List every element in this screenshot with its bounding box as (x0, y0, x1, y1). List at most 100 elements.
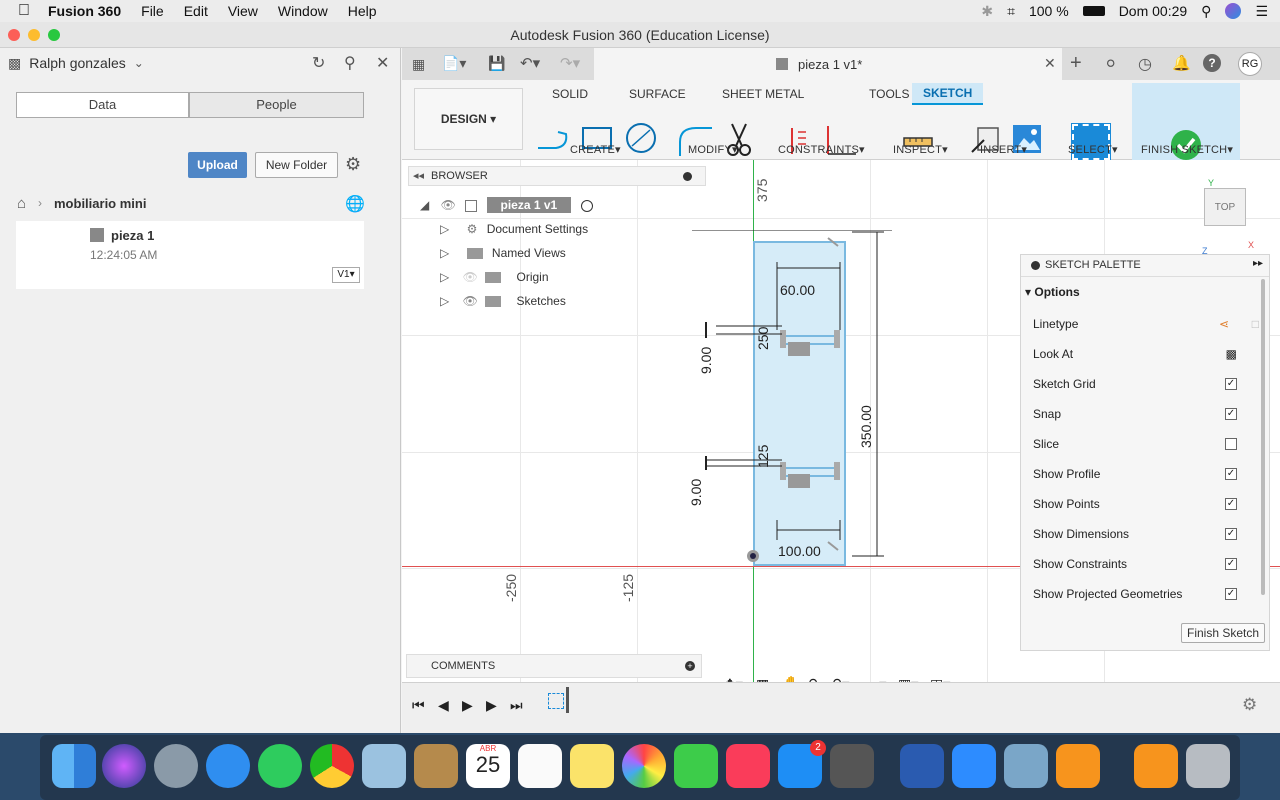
dimension-60[interactable]: 60.00 (780, 282, 815, 298)
browser-item-origin[interactable]: ▷ 👁 Origin (440, 267, 640, 287)
safari-icon[interactable] (206, 744, 250, 788)
tab-sheet-metal[interactable]: SHEET METAL (722, 87, 804, 101)
close-tab-icon[interactable]: ✕ (1044, 55, 1056, 72)
job-status-icon[interactable]: ◷ (1138, 54, 1152, 74)
minimize-window-button[interactable] (28, 29, 40, 41)
palette-option-show-dimensions[interactable]: Show Dimensions ✓ (1033, 519, 1253, 549)
wifi-icon[interactable]: ⌗ (1007, 3, 1015, 20)
whatsapp-icon[interactable] (258, 744, 302, 788)
palette-option-slice[interactable]: Slice (1033, 429, 1253, 459)
sketch-palette-header[interactable]: SKETCH PALETTE ▸▸ (1021, 255, 1269, 277)
browser-panel-header[interactable]: ◂◂ BROWSER (408, 166, 706, 186)
dimension-100[interactable]: 100.00 (778, 543, 821, 559)
zoom-app-icon[interactable] (952, 744, 996, 788)
reminders-icon[interactable] (518, 744, 562, 788)
settings-gear-icon[interactable]: ⚙ (345, 154, 361, 175)
circle-tool-icon[interactable] (624, 122, 658, 154)
palette-option-linetype[interactable]: Linetype ⋖ □ (1033, 309, 1259, 339)
dimension-9-top[interactable]: 9.00 (698, 347, 714, 374)
timeline-back-icon[interactable]: ◀ (438, 697, 449, 714)
document-tab[interactable]: pieza 1 v1* ✕ (594, 48, 1062, 80)
expand-palette-icon[interactable]: ▸▸ (1253, 258, 1263, 269)
palette-minimize-icon[interactable] (1031, 261, 1040, 270)
tab-tools[interactable]: TOOLS (869, 87, 909, 101)
fusion360-icon[interactable] (1056, 744, 1100, 788)
browser-root-row[interactable]: ◢ 👁 pieza 1 v1 (420, 195, 600, 215)
close-window-button[interactable] (8, 29, 20, 41)
file-card[interactable]: pieza 1 12:24:05 AM V1▾ (16, 221, 364, 289)
show-dimensions-checkbox[interactable]: ✓ (1225, 528, 1237, 540)
app-store-icon[interactable]: 2 (778, 740, 826, 788)
linetype-alt-icon[interactable]: □ (1252, 309, 1259, 339)
expand-triangle-icon[interactable]: ▷ (440, 270, 449, 284)
notifications-icon[interactable]: 🔔 (1172, 54, 1191, 72)
menu-help[interactable]: Help (348, 3, 377, 19)
home-icon[interactable]: ⌂ (17, 195, 26, 212)
tab-people[interactable]: People (189, 92, 364, 118)
dimension-125[interactable]: 125 (755, 445, 771, 468)
timeline-sketch-feature-icon[interactable] (548, 693, 564, 709)
word-icon[interactable] (900, 744, 944, 788)
design-workspace-dropdown[interactable]: DESIGN ▾ (414, 88, 523, 150)
timeline-end-icon[interactable]: ⏭ (510, 697, 523, 714)
calendar-icon[interactable]: ABR 25 (466, 744, 510, 788)
show-constraints-checkbox[interactable]: ✓ (1225, 558, 1237, 570)
activate-radio-icon[interactable] (580, 199, 593, 212)
collapse-triangle-icon[interactable]: ◢ (420, 198, 429, 212)
search-icon[interactable]: ⚲ (344, 53, 356, 73)
visibility-eye-icon[interactable]: 👁 (463, 294, 478, 308)
contacts-icon[interactable] (414, 744, 458, 788)
show-profile-checkbox[interactable]: ✓ (1225, 468, 1237, 480)
chrome-icon[interactable] (310, 744, 354, 788)
user-name[interactable]: Ralph gonzales (29, 55, 126, 71)
tab-sketch[interactable]: SKETCH (912, 83, 984, 105)
3d-canvas[interactable]: 375 -250 -125 60.00 250 9.00 125 9.00 35… (402, 160, 1280, 682)
launchpad-icon[interactable] (154, 744, 198, 788)
look-at-icon[interactable]: ▩ (1226, 339, 1237, 369)
new-folder-button[interactable]: New Folder (255, 152, 338, 178)
dimension-350[interactable]: 350.00 (858, 405, 874, 448)
finish-sketch-button[interactable]: Finish Sketch (1181, 623, 1265, 643)
slice-checkbox[interactable] (1225, 438, 1237, 450)
sketch-grid-checkbox[interactable]: ✓ (1225, 378, 1237, 390)
palette-option-look-at[interactable]: Look At ▩ (1033, 339, 1253, 369)
browser-item-sketches[interactable]: ▷ 👁 Sketches (440, 291, 640, 311)
version-dropdown[interactable]: V1▾ (332, 267, 360, 283)
siri-icon[interactable] (1225, 3, 1242, 19)
menu-file[interactable]: File (141, 3, 164, 19)
browser-item-document-settings[interactable]: ▷ ⚙ Document Settings (440, 219, 640, 239)
add-comment-icon[interactable]: + (685, 661, 695, 671)
palette-option-sketch-grid[interactable]: Sketch Grid ✓ (1033, 369, 1253, 399)
visibility-eye-icon[interactable]: 👁 (441, 198, 456, 212)
expand-triangle-icon[interactable]: ▷ (440, 246, 449, 260)
timeline-start-icon[interactable]: ⏮ (412, 697, 425, 714)
menubar-clock[interactable]: Dom 00:29 (1119, 3, 1187, 19)
battery-text[interactable]: 100 % (1029, 3, 1069, 19)
timeline-marker[interactable] (566, 687, 569, 713)
photos-icon[interactable] (622, 744, 666, 788)
line-tool-icon[interactable] (536, 124, 572, 152)
insert-menu[interactable]: INSERT▾ (980, 143, 1027, 156)
avatar[interactable]: RG (1238, 52, 1262, 76)
tab-surface[interactable]: SURFACE (629, 87, 686, 101)
browser-minimize-icon[interactable] (683, 172, 692, 181)
extensions-icon[interactable]: ⚪ (1104, 54, 1117, 74)
globe-icon[interactable]: 🌐 (345, 194, 365, 214)
mail-icon[interactable] (362, 744, 406, 788)
dimension-250[interactable]: 250 (755, 327, 771, 350)
select-menu[interactable]: SELECT▾ (1068, 143, 1118, 156)
preview-icon[interactable] (1004, 744, 1048, 788)
palette-option-show-profile[interactable]: Show Profile ✓ (1033, 459, 1253, 489)
zoom-window-button[interactable] (48, 29, 60, 41)
spotlight-icon[interactable]: ⚲ (1201, 3, 1211, 20)
menu-edit[interactable]: Edit (184, 3, 208, 19)
new-tab-icon[interactable]: + (1070, 52, 1082, 75)
linetype-icon[interactable]: ⋖ (1219, 309, 1229, 339)
bluetooth-icon[interactable]: ✱ (981, 3, 993, 20)
palette-option-show-points[interactable]: Show Points ✓ (1033, 489, 1253, 519)
palette-option-show-projected[interactable]: Show Projected Geometries ✓ (1033, 579, 1253, 609)
menu-window[interactable]: Window (278, 3, 328, 19)
apple-icon[interactable]:  (18, 2, 30, 20)
browser-item-named-views[interactable]: ▷ Named Views (440, 243, 640, 263)
data-panel-toggle-icon[interactable]: ▦ (412, 56, 425, 73)
